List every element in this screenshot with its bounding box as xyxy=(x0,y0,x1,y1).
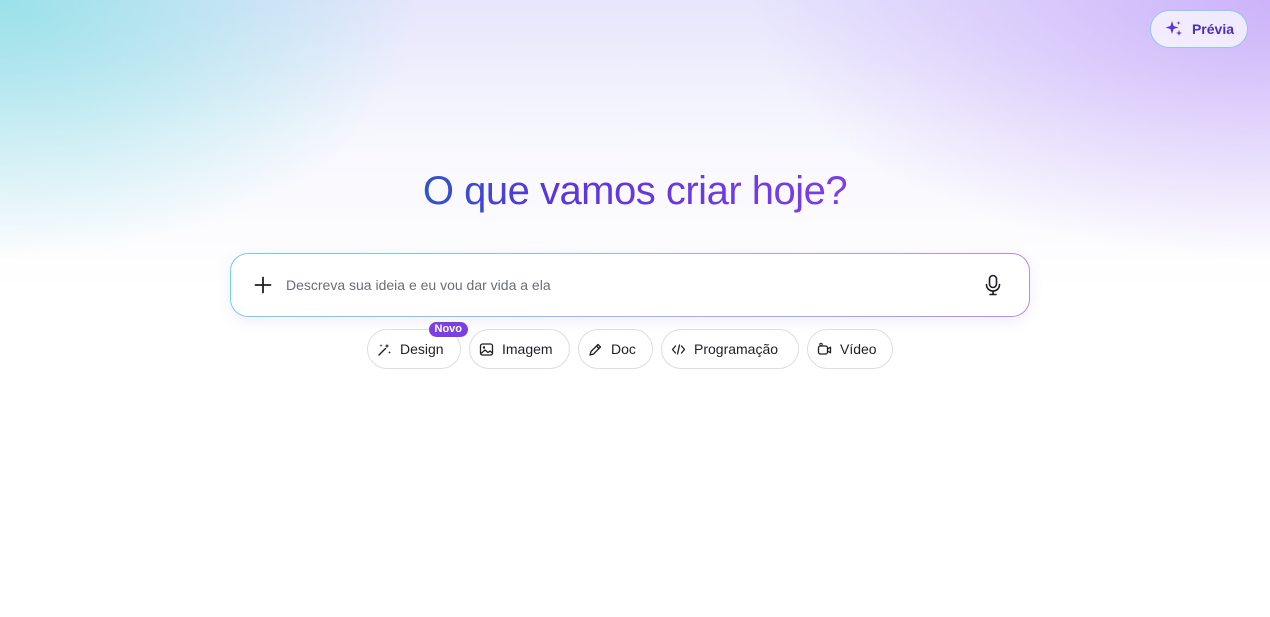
chip-video-label: Vídeo xyxy=(840,341,877,357)
magic-wand-icon xyxy=(378,343,391,356)
chip-video[interactable]: Vídeo xyxy=(807,329,893,369)
prompt-input[interactable] xyxy=(284,276,978,294)
chip-doc-label: Doc xyxy=(611,341,636,357)
page: Prévia O que vamos criar hoje? Descreva … xyxy=(0,0,1270,617)
plus-icon xyxy=(254,276,272,294)
preview-button[interactable]: Prévia xyxy=(1150,10,1248,48)
add-attachment-button[interactable] xyxy=(248,270,278,300)
chip-design-label: Design xyxy=(400,341,444,357)
video-camera-icon xyxy=(817,342,832,355)
code-icon xyxy=(671,343,686,355)
page-title: O que vamos criar hoje? xyxy=(0,165,1270,217)
pen-icon xyxy=(589,343,602,356)
microphone-icon xyxy=(985,274,1001,296)
chip-design[interactable]: Design Novo xyxy=(367,322,468,369)
image-icon xyxy=(479,342,494,356)
chip-programacao[interactable]: Programação xyxy=(661,329,799,369)
chip-doc[interactable]: Doc xyxy=(578,329,653,369)
chip-imagem[interactable]: Imagem xyxy=(469,329,570,369)
chip-programacao-label: Programação xyxy=(694,341,779,357)
sparkle-icon xyxy=(1165,21,1182,36)
preview-button-label: Prévia xyxy=(1191,21,1235,37)
page-title-text: O que vamos criar hoje? xyxy=(422,169,848,213)
suggestion-chips: Design Novo Imagem Doc Programação Vídeo xyxy=(367,322,893,369)
new-badge: Novo xyxy=(428,322,468,337)
chip-imagem-label: Imagem xyxy=(502,341,553,357)
background-gradient xyxy=(0,0,1270,290)
prompt-box xyxy=(230,253,1030,317)
microphone-button[interactable] xyxy=(978,270,1008,300)
